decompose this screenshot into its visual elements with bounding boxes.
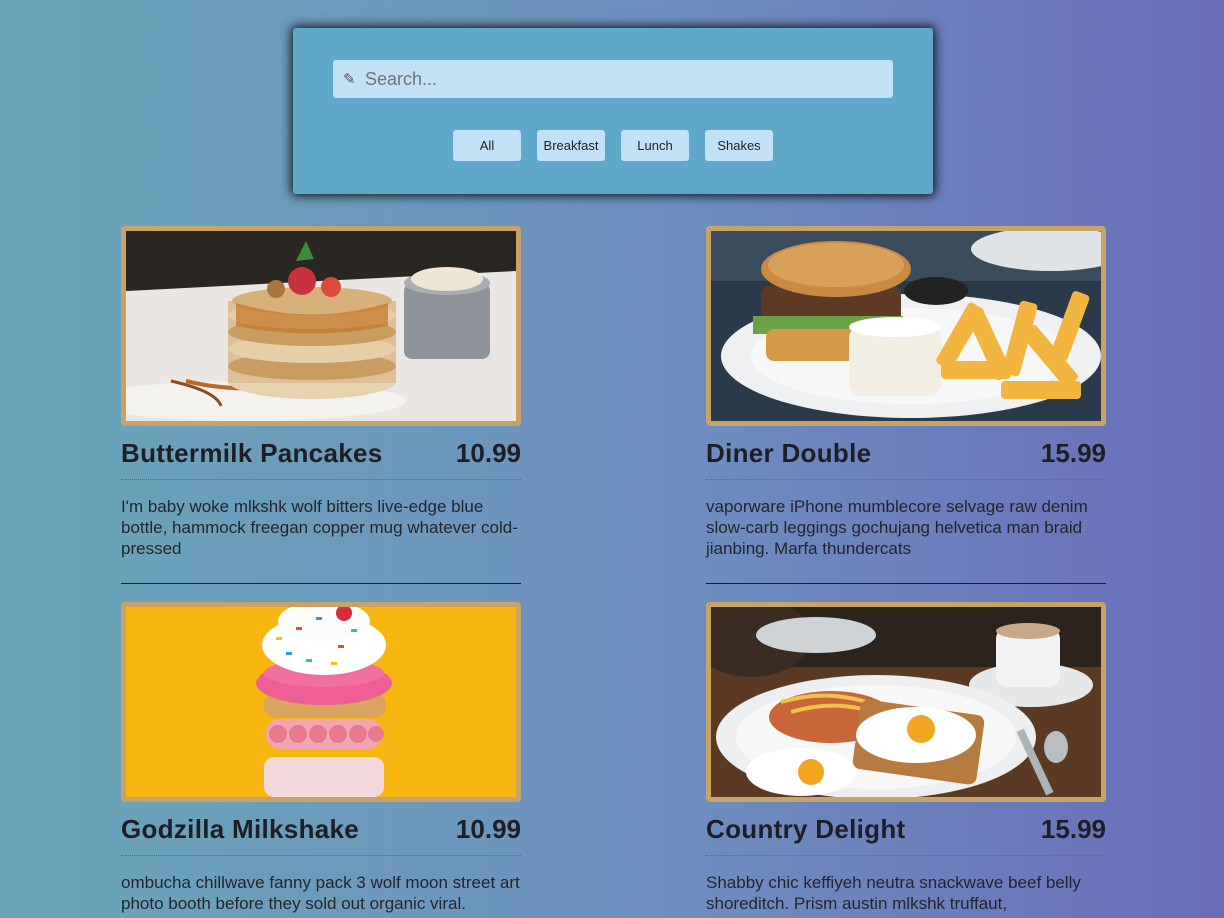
item-title: Diner Double <box>706 438 872 468</box>
item-header: Godzilla Milkshake 10.99 <box>121 814 521 856</box>
item-price: 15.99 <box>1040 438 1106 468</box>
filter-bar: All Breakfast Lunch Shakes <box>293 130 933 161</box>
milkshake-photo <box>121 602 521 802</box>
pancakes-photo <box>121 226 521 426</box>
filter-lunch-button[interactable]: Lunch <box>621 130 689 161</box>
item-price: 10.99 <box>455 438 521 468</box>
pencil-icon: ✎ <box>343 71 356 88</box>
filter-shakes-button[interactable]: Shakes <box>705 130 773 161</box>
menu-item: Diner Double 15.99 vaporware iPhone mumb… <box>706 226 1106 584</box>
breakfast-plate-photo <box>706 602 1106 802</box>
menu-item: Buttermilk Pancakes 10.99 I'm baby woke … <box>121 226 521 584</box>
item-description: vaporware iPhone mumblecore selvage raw … <box>706 496 1106 584</box>
search-box[interactable]: ✎ <box>333 60 893 98</box>
item-description: ombucha chillwave fanny pack 3 wolf moon… <box>121 872 521 918</box>
menu-item: Godzilla Milkshake 10.99 ombucha chillwa… <box>121 602 521 918</box>
item-price: 10.99 <box>455 814 521 844</box>
item-title: Buttermilk Pancakes <box>121 438 383 468</box>
item-description: Shabby chic keffiyeh neutra snackwave be… <box>706 872 1106 918</box>
item-price: 15.99 <box>1040 814 1106 844</box>
filter-breakfast-button[interactable]: Breakfast <box>537 130 605 161</box>
item-title: Country Delight <box>706 814 906 844</box>
item-title: Godzilla Milkshake <box>121 814 360 844</box>
item-header: Diner Double 15.99 <box>706 438 1106 480</box>
burger-fries-photo <box>706 226 1106 426</box>
item-header: Country Delight 15.99 <box>706 814 1106 856</box>
menu-item: Country Delight 15.99 Shabby chic keffiy… <box>706 602 1106 918</box>
item-description: I'm baby woke mlkshk wolf bitters live-e… <box>121 496 521 584</box>
search-panel: ✎ All Breakfast Lunch Shakes <box>293 28 933 194</box>
search-input[interactable] <box>365 68 885 90</box>
filter-all-button[interactable]: All <box>453 130 521 161</box>
item-header: Buttermilk Pancakes 10.99 <box>121 438 521 480</box>
